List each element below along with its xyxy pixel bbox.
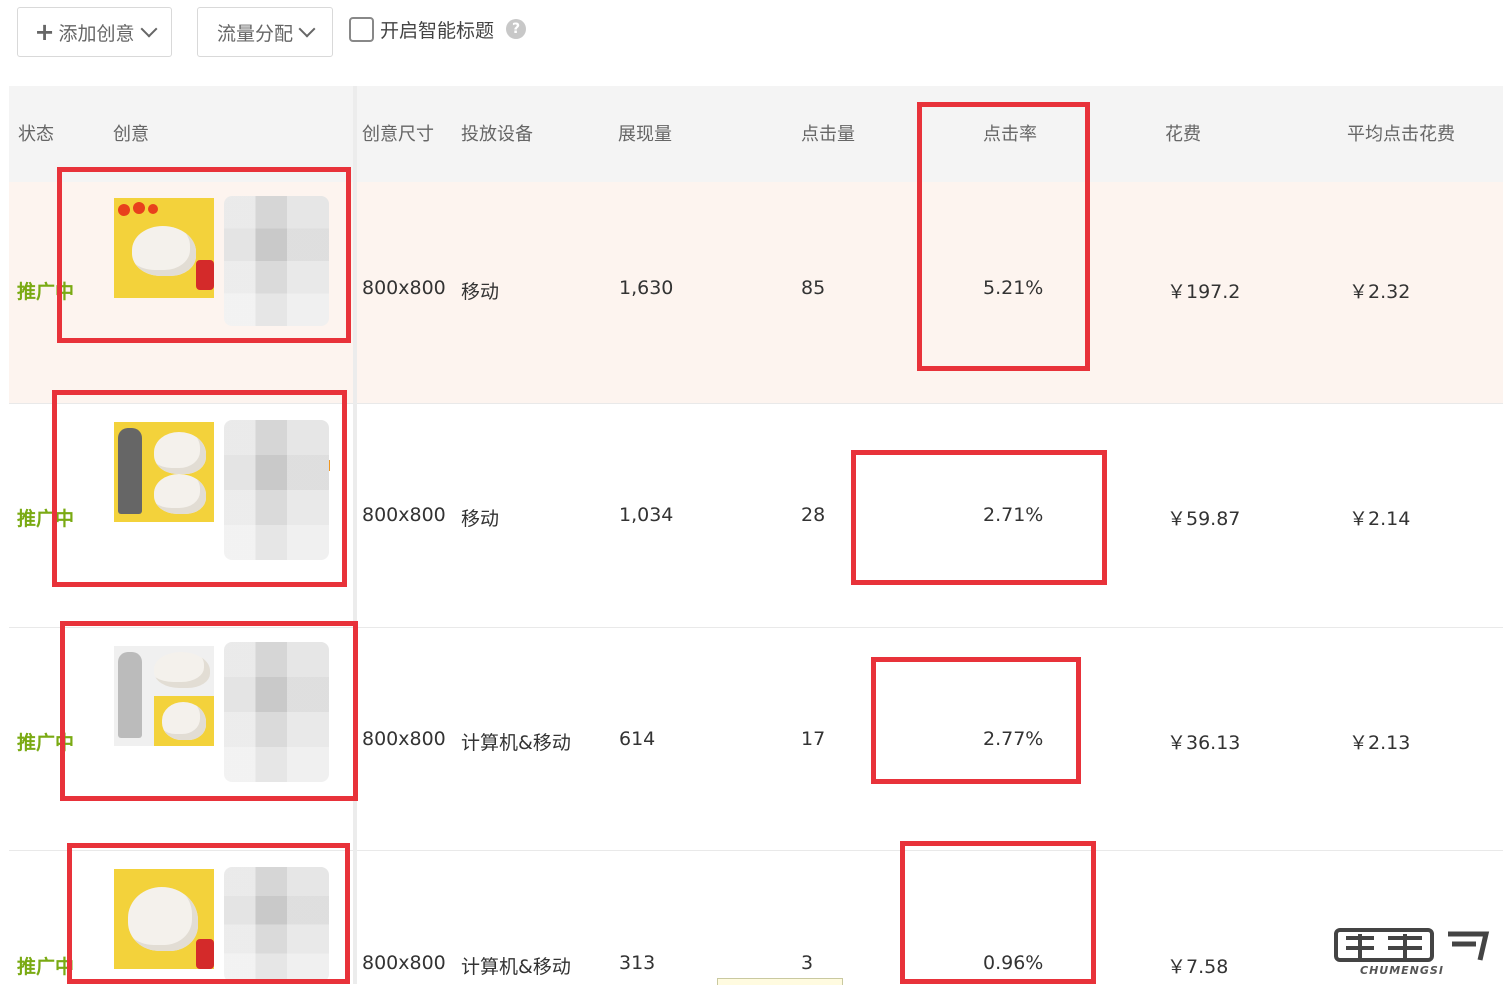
cell-cost: ￥197.2 [1167,281,1241,303]
chevron-down-icon [140,20,158,38]
annotation-box [900,841,1096,984]
help-icon[interactable]: ? [506,19,527,39]
smart-title-label: 开启智能标题 [380,19,495,42]
annotation-box [57,167,351,343]
annotation-box [67,843,350,984]
col-avg-cpc[interactable]: 平均点击花费 [1347,120,1455,146]
cell-cost: ￥59.87 [1167,508,1241,530]
cell-clicks: 28 [801,504,826,526]
cell-clicks: 17 [801,728,826,750]
col-clicks[interactable]: 点击量 [801,120,855,146]
smart-title-toggle[interactable]: 开启智能标题 ? [349,14,527,44]
cell-size: 800x800 [362,504,446,526]
annotation-box [917,102,1090,371]
annotation-box [52,390,347,587]
add-creative-button[interactable]: + 添加创意 [17,7,172,57]
cell-impressions: 614 [619,728,656,750]
watermark-logo: CHUMENGSI [1330,924,1500,982]
traffic-split-label: 流量分配 [216,22,293,45]
column-divider [353,86,357,984]
traffic-split-button[interactable]: 流量分配 [197,7,333,57]
col-cost[interactable]: 花费 [1165,120,1201,146]
col-device[interactable]: 投放设备 [461,120,533,146]
col-status[interactable]: 状态 [18,120,54,146]
col-impressions[interactable]: 展现量 [618,120,672,146]
status-badge: 推广中 [17,956,75,978]
cell-avg-cpc: ￥2.14 [1349,508,1411,530]
cell-impressions: 313 [619,952,656,974]
toolbar: + 添加创意 流量分配 开启智能标题 ? [0,0,1503,84]
cell-size: 800x800 [362,952,446,974]
cell-device: 计算机&移动 [461,732,571,754]
cell-device: 计算机&移动 [461,956,571,978]
cell-impressions: 1,034 [619,504,674,526]
cell-cost: ￥7.58 [1167,956,1229,978]
cell-avg-cpc: ￥2.32 [1349,281,1411,303]
col-size[interactable]: 创意尺寸 [362,120,434,146]
plus-icon: + [34,18,55,46]
cell-size: 800x800 [362,277,446,299]
cell-device: 移动 [461,508,500,530]
watermark-glyphs [1334,928,1490,962]
cell-cost: ￥36.13 [1167,732,1241,754]
smart-title-checkbox[interactable] [349,16,374,42]
cell-clicks: 85 [801,277,826,299]
cell-size: 800x800 [362,728,446,750]
annotation-box [851,450,1107,585]
annotation-box [871,657,1081,784]
cell-impressions: 1,630 [619,277,674,299]
col-creative[interactable]: 创意 [113,120,149,146]
cell-device: 移动 [461,281,500,303]
chevron-down-icon [298,20,316,38]
cell-avg-cpc: ￥2.13 [1349,732,1411,754]
cell-clicks: 3 [801,952,814,974]
annotation-box [60,621,358,801]
watermark-brand: CHUMENGSI [1360,964,1444,977]
add-creative-label: 添加创意 [58,22,135,45]
